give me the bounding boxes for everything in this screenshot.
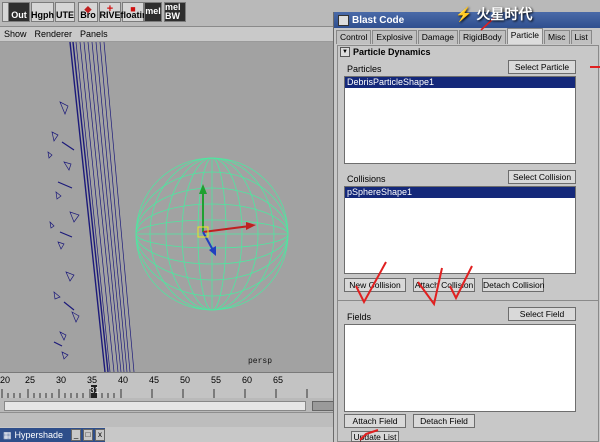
range-handle[interactable] [312,401,334,411]
tick-label: 25 [25,375,36,385]
shelf-button-hgph[interactable]: Hgph [31,2,54,22]
viewport-scene [47,42,289,372]
square-icon: ■ [130,4,136,14]
bro-icon: ◆ [84,4,92,14]
menu-renderer[interactable]: Renderer [35,29,73,39]
tick-label: 60 [242,375,253,385]
tick-label: 65 [273,375,284,385]
menu-panels[interactable]: Panels [80,29,108,39]
hypershade-app-icon: ▦ [3,429,12,440]
range-bar[interactable] [4,401,306,411]
perspective-viewport[interactable]: persp [0,42,338,372]
checkmark-icon [359,429,379,441]
wireframe-sphere [135,157,289,311]
annotation-dash [590,66,600,68]
tick-label: 45 [149,375,160,385]
watermark-logo: ⚡ 火星时代 [455,6,533,22]
checkmark-icon [355,261,387,305]
shelf-button-floatir[interactable]: ■ floatir [121,2,146,22]
time-slider[interactable]: 20 25 30 35 40 45 50 55 60 65 31 [0,372,338,399]
shelf-button-bro[interactable]: ◆ Bro [78,2,98,22]
tick-label: 50 [180,375,191,385]
maximize-icon[interactable]: □ [83,429,94,441]
shelf-button-ute[interactable]: UTE [55,2,75,22]
tick-label: 55 [211,375,222,385]
shelf-button-out[interactable]: Out [8,2,30,22]
tick-label: 30 [56,375,67,385]
hypershade-titlebar[interactable]: ▦ Hypershade _ □ x [0,428,105,442]
hypershade-title: Hypershade [14,430,64,440]
checkmark-icon [449,265,473,301]
tick-label: 40 [118,375,129,385]
menu-show[interactable]: Show [4,29,27,39]
checkmark-icon [417,267,443,307]
close-icon[interactable]: x [95,429,105,441]
shelf-button-mel-1[interactable]: mel [144,2,162,22]
blast-code-window: Blast Code Control Explosive Damage Rigi… [333,12,600,442]
camera-label: persp [248,357,273,366]
shelf-button-mel-2[interactable]: mel BW [164,2,186,22]
tick-label: 35 [87,375,98,385]
timeline-ticks [1,385,308,399]
debris-wireframe [47,42,135,372]
shelf-button-rive[interactable]: + RIVE [99,2,121,22]
panel-menu-bar: Show Renderer Panels [0,27,344,42]
tick-label: 20 [0,375,11,385]
current-frame-label: 31 [90,386,99,395]
minimize-icon[interactable]: _ [71,429,82,441]
plus-icon: + [106,3,114,15]
annotation-overlay [355,17,495,441]
